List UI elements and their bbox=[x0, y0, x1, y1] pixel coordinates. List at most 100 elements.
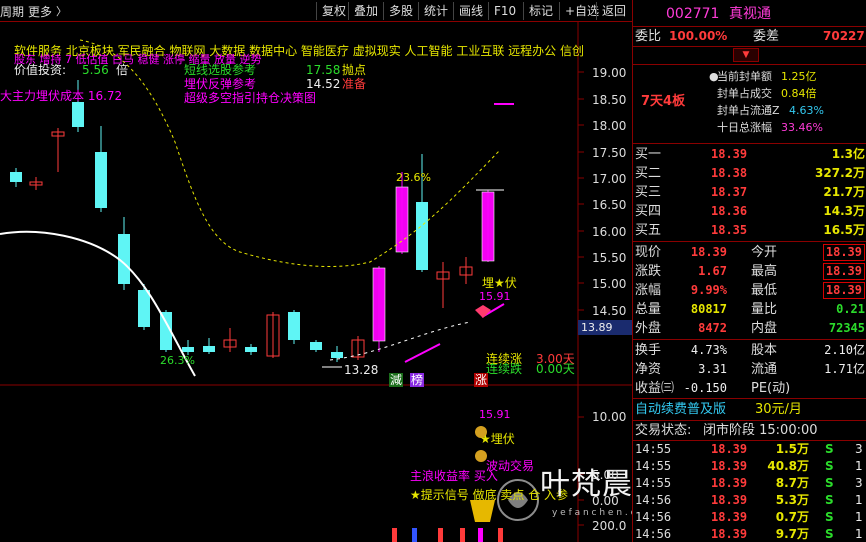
trade-state-row: 交易状态: 闭市阶段 15:00:00 bbox=[633, 421, 866, 440]
lower-maifu: ★埋伏 bbox=[480, 432, 515, 446]
toolbar-button[interactable]: 复权 bbox=[316, 2, 351, 20]
cost-line-label: 大主力埋伏成本 16.72 bbox=[0, 89, 123, 103]
bid-price: 18.38 bbox=[711, 166, 748, 180]
ten-day-label: 十日总涨幅 bbox=[717, 121, 772, 134]
toolbar-button[interactable]: 标记 bbox=[523, 2, 558, 20]
stat-label-2: 量比 bbox=[751, 302, 778, 317]
stat-label: 现价 bbox=[635, 245, 662, 260]
toolbar-button[interactable]: 返回 bbox=[596, 2, 631, 20]
price-axis-label: 17.50 bbox=[592, 146, 627, 160]
fin-value: -0.150 bbox=[683, 381, 727, 395]
streak-badge: 7天4板 bbox=[641, 94, 686, 109]
fin-label: 换手 bbox=[635, 343, 662, 358]
bid-price: 18.37 bbox=[711, 185, 748, 199]
bid-row[interactable]: 买三 18.37 21.7万 bbox=[633, 183, 866, 202]
subscription-label[interactable]: 自动续费普及版 bbox=[635, 400, 726, 419]
price-1591: 15.91 bbox=[479, 290, 511, 303]
quote-panel: 002771 真视通 委比 100.00% 委差 70227 ▼ ● 当前封单额… bbox=[632, 0, 866, 542]
tick-price: 18.39 bbox=[711, 442, 748, 456]
bid-row[interactable]: 买四 18.36 14.3万 bbox=[633, 202, 866, 221]
stock-code: 002771 bbox=[666, 6, 720, 22]
sealed-float-label: 封单占流通Z bbox=[717, 104, 780, 117]
kline-chart[interactable]: 软件服务 北京板块 军民融合 物联网 大数据 数据中心 智能医疗 虚拟现实 人工… bbox=[0, 22, 787, 542]
dashed-tail bbox=[329, 321, 471, 361]
lianxu-die: 连续跌 bbox=[486, 362, 523, 376]
lower-1591: 15.91 bbox=[479, 408, 511, 421]
super-label: 超级多空指引持仓决策图 bbox=[184, 91, 317, 105]
stat-value: 80817 bbox=[690, 302, 727, 316]
tick-time: 14:55 bbox=[635, 459, 672, 473]
collapse-row[interactable]: ▼ bbox=[633, 46, 866, 64]
tick-direction: S bbox=[825, 493, 834, 507]
stats-row: 总量 80817 量比 0.21 bbox=[633, 300, 866, 319]
weibi-row: 委比 100.00% 委差 70227 bbox=[633, 27, 866, 46]
stat-label-2: 内盘 bbox=[751, 321, 778, 336]
tick-direction: S bbox=[825, 527, 834, 541]
price-axis-label: 18.00 bbox=[592, 119, 627, 133]
volume-bar bbox=[392, 528, 397, 542]
candle-body bbox=[310, 342, 322, 350]
bid-volume: 16.5万 bbox=[823, 223, 865, 237]
chevron-right-icon[interactable]: 〉 bbox=[56, 3, 67, 19]
stat-label: 涨跌 bbox=[635, 264, 662, 279]
stats-row: 涨跌 1.67 最高 18.39 bbox=[633, 262, 866, 281]
bid-row[interactable]: 买二 18.38 327.2万 bbox=[633, 164, 866, 183]
toolbar-button[interactable]: 叠加 bbox=[348, 2, 383, 20]
toolbar-button[interactable]: 多股 bbox=[383, 2, 418, 20]
tick-time: 14:56 bbox=[635, 527, 672, 541]
tick-count: 3 bbox=[855, 442, 863, 456]
toolbar-button[interactable]: 统计 bbox=[418, 2, 453, 20]
tick-price: 18.39 bbox=[711, 476, 748, 490]
tick-row: 14:56 18.39 0.7万 S 1 bbox=[633, 509, 866, 526]
tag-jian: 減 bbox=[389, 373, 404, 387]
bid-volume: 21.7万 bbox=[823, 185, 865, 199]
period-label[interactable]: 周期 bbox=[0, 3, 24, 20]
candle-body bbox=[182, 347, 194, 352]
ambush-tag: 准备 bbox=[342, 77, 367, 91]
toolbar-button[interactable]: F10 bbox=[488, 2, 521, 20]
stat-value-2: 0.21 bbox=[836, 302, 865, 316]
stat-value: 1.67 bbox=[698, 264, 727, 278]
fin-value: 3.31 bbox=[698, 362, 727, 376]
candle-body bbox=[245, 347, 257, 352]
sealed-float-value: 4.63% bbox=[789, 104, 824, 117]
toolbar-button[interactable]: 画线 bbox=[453, 2, 488, 20]
more-button[interactable]: 更多 bbox=[28, 3, 52, 20]
weibi-label: 委比 bbox=[635, 29, 662, 44]
tick-direction: S bbox=[825, 510, 834, 524]
lower-axis-label: 200.0 bbox=[592, 519, 627, 533]
tick-row: 14:56 18.39 9.7万 S 1 bbox=[633, 526, 866, 542]
tick-price: 18.39 bbox=[711, 527, 748, 541]
tick-row: 14:56 18.39 5.3万 S 1 bbox=[633, 492, 866, 509]
stats-row: 涨幅 9.99% 最低 18.39 bbox=[633, 281, 866, 300]
trade-state-label: 交易状态: bbox=[635, 423, 692, 438]
fin-value-2: 1.71亿 bbox=[824, 362, 865, 376]
tick-volume: 40.8万 bbox=[767, 459, 809, 473]
ambush-label: 埋伏反弹参考 bbox=[184, 77, 257, 91]
tick-direction: S bbox=[825, 442, 834, 456]
price-axis-label: 14.50 bbox=[592, 304, 627, 318]
fin-row: 换手 4.73% 股本 2.10亿 bbox=[633, 341, 866, 360]
chevron-down-icon[interactable]: ▼ bbox=[733, 48, 759, 62]
diamond-icon bbox=[475, 305, 491, 318]
bid-volume: 14.3万 bbox=[823, 204, 865, 218]
tick-row: 14:55 18.39 8.7万 S 3 bbox=[633, 475, 866, 492]
sealed-turnover-value: 0.84倍 bbox=[781, 87, 817, 100]
tick-count: 1 bbox=[855, 493, 863, 507]
value-num: 5.56 bbox=[82, 63, 109, 77]
stat-value: 8472 bbox=[698, 321, 727, 335]
bid-row[interactable]: 买五 18.35 16.5万 bbox=[633, 221, 866, 240]
bid-row[interactable]: 买一 18.39 1.3亿 bbox=[633, 145, 866, 164]
subscription-price[interactable]: 30元/月 bbox=[755, 400, 802, 419]
tick-time: 14:56 bbox=[635, 510, 672, 524]
bid-volume: 327.2万 bbox=[815, 166, 865, 180]
candle-body bbox=[481, 191, 495, 262]
subscription-row[interactable]: 自动续费普及版 30元/月 bbox=[633, 400, 866, 419]
stat-value-2: 72345 bbox=[828, 321, 865, 335]
volume-bars bbox=[392, 528, 503, 542]
tick-time: 14:55 bbox=[635, 476, 672, 490]
candle-body bbox=[416, 202, 428, 270]
candle-body bbox=[138, 290, 150, 327]
trade-state-value: 闭市阶段 15:00:00 bbox=[703, 423, 818, 438]
weicha-value: 70227 bbox=[823, 29, 865, 43]
